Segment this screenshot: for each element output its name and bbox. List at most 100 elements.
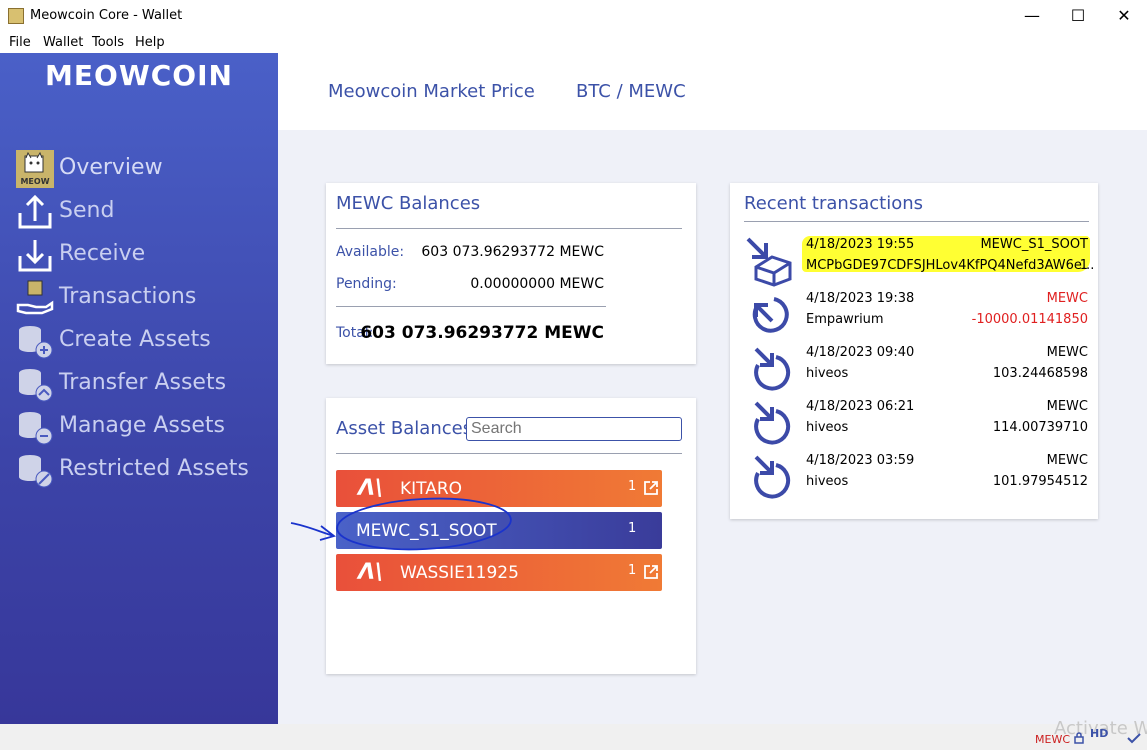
- available-value: 603 073.96293772 MEWC: [421, 244, 604, 260]
- coins-restricted-icon: [19, 455, 53, 488]
- status-bar: Activate W MEWC HD: [0, 718, 1147, 750]
- sidebar-item-manage-assets[interactable]: Manage Assets: [14, 406, 274, 446]
- divider: [336, 453, 682, 454]
- divider: [744, 221, 1089, 222]
- external-link-icon[interactable]: [643, 480, 659, 496]
- tx-amount: 101.97954512: [992, 474, 1088, 489]
- transactions-hand-icon: [16, 280, 54, 315]
- sidebar-item-label: Send: [59, 198, 115, 223]
- sidebar-item-label: Create Assets: [59, 327, 211, 352]
- asset-quantity: 1: [628, 563, 637, 578]
- pending-value: 0.00000000 MEWC: [470, 276, 604, 292]
- window-title: Meowcoin Core - Wallet: [30, 8, 183, 23]
- asset-name: WASSIE11925: [400, 563, 519, 583]
- receive-circle-arrow-icon: [754, 455, 791, 499]
- tx-unit: MEWC: [1046, 291, 1088, 306]
- tx-unit: MEWC: [1046, 345, 1088, 360]
- sidebar-item-label: Transactions: [59, 284, 197, 309]
- app-icon: [8, 8, 24, 24]
- asset-logo-icon: Λ\: [358, 560, 384, 585]
- hd-wallet-icon: HD: [1090, 727, 1109, 740]
- tx-address: MCPbGDE97CDFSJHLov4KfPQ4Nefd3AW6e...: [806, 258, 1095, 273]
- brand-logo: MEOWCOIN: [45, 59, 233, 92]
- sidebar-item-restricted-assets[interactable]: Restricted Assets: [14, 449, 274, 489]
- menu-tools[interactable]: Tools: [92, 35, 124, 50]
- receive-circle-arrow-icon: [754, 401, 791, 445]
- divider: [336, 228, 682, 229]
- tx-date: 4/18/2023 03:59: [806, 453, 915, 468]
- sidebar-item-receive[interactable]: Receive: [14, 234, 274, 274]
- sidebar-item-label: Transfer Assets: [59, 370, 227, 395]
- tx-amount: 103.24468598: [992, 366, 1088, 381]
- coins-transfer-icon: [19, 369, 53, 402]
- tx-amount: -10000.01141850: [971, 312, 1088, 327]
- send-circle-arrow-icon: [752, 297, 789, 333]
- receive-circle-arrow-icon: [754, 347, 791, 391]
- tx-date: 4/18/2023 19:55: [806, 237, 915, 252]
- close-button[interactable]: ✕: [1101, 0, 1147, 32]
- asset-search-input[interactable]: [466, 417, 682, 441]
- send-arrow-icon: [18, 194, 52, 229]
- sidebar-item-label: Manage Assets: [59, 413, 225, 438]
- tx-address: Empawrium: [806, 312, 884, 327]
- market-price-label: Meowcoin Market Price: [328, 81, 535, 102]
- tx-date: 4/18/2023 09:40: [806, 345, 915, 360]
- tx-address: hiveos: [806, 420, 849, 435]
- sidebar-item-label: Receive: [59, 241, 146, 266]
- sidebar-item-label: Overview: [59, 155, 163, 180]
- menu-help[interactable]: Help: [135, 35, 165, 50]
- transaction-row[interactable]: 4/18/2023 06:21 MEWC hiveos 114.00739710: [744, 395, 1090, 449]
- asset-quantity: 1: [628, 479, 637, 494]
- divider: [336, 306, 606, 307]
- tx-amount: 1: [1079, 258, 1088, 273]
- sidebar-item-transactions[interactable]: Transactions: [14, 277, 274, 317]
- market-price-bar: Meowcoin Market Price BTC / MEWC: [278, 53, 1147, 130]
- overview-panel: MEWC Balances Available: 603 073.9629377…: [278, 130, 1147, 724]
- coins-minus-icon: [19, 412, 53, 445]
- recent-transactions-title: Recent transactions: [744, 193, 923, 214]
- transaction-row[interactable]: 4/18/2023 03:59 MEWC hiveos 101.97954512: [744, 449, 1090, 503]
- sidebar-item-label: Restricted Assets: [59, 456, 249, 481]
- external-link-icon[interactable]: [643, 564, 659, 580]
- recent-transactions-card: Recent transactions 4/18/2023 19:55 MEWC…: [730, 183, 1098, 519]
- tx-address: hiveos: [806, 366, 849, 381]
- status-unit[interactable]: MEWC: [1035, 733, 1070, 746]
- balances-card: MEWC Balances Available: 603 073.9629377…: [326, 183, 696, 364]
- sidebar: MEOWCOIN MEOW Overview Send Receive Tran…: [0, 53, 278, 724]
- synced-check-icon: [1127, 733, 1141, 744]
- tx-address: hiveos: [806, 474, 849, 489]
- lock-icon: [1074, 732, 1084, 744]
- total-value: 603 073.96293772 MEWC: [360, 323, 604, 343]
- asset-quantity: 1: [628, 521, 637, 536]
- tx-date: 4/18/2023 06:21: [806, 399, 915, 414]
- menu-bar: File Wallet Tools Help: [0, 32, 1147, 53]
- transaction-row[interactable]: 4/18/2023 19:38 MEWC Empawrium -10000.01…: [744, 287, 1090, 341]
- sidebar-item-send[interactable]: Send: [14, 191, 274, 231]
- trading-pair-label: BTC / MEWC: [576, 81, 686, 102]
- meow-cat-icon: MEOW: [16, 150, 54, 188]
- balances-title: MEWC Balances: [336, 193, 481, 214]
- coins-plus-icon: [19, 326, 53, 359]
- asset-balances-title: Asset Balances: [336, 418, 473, 439]
- svg-text:MEOW: MEOW: [20, 177, 49, 186]
- tx-unit: MEWC: [1046, 399, 1088, 414]
- tx-date: 4/18/2023 19:38: [806, 291, 915, 306]
- sidebar-item-create-assets[interactable]: Create Assets: [14, 320, 274, 360]
- tx-unit: MEWC_S1_SOOT: [980, 237, 1088, 252]
- transaction-row[interactable]: 4/18/2023 19:55 MEWC_S1_SOOT MCPbGDE97CD…: [744, 233, 1094, 287]
- menu-wallet[interactable]: Wallet: [43, 35, 83, 50]
- asset-receive-icon: [746, 237, 792, 287]
- receive-arrow-icon: [18, 240, 52, 272]
- title-bar: Meowcoin Core - Wallet — ☐ ✕: [0, 0, 1147, 32]
- maximize-button[interactable]: ☐: [1055, 0, 1101, 32]
- tx-unit: MEWC: [1046, 453, 1088, 468]
- menu-file[interactable]: File: [9, 35, 31, 50]
- transaction-row[interactable]: 4/18/2023 09:40 MEWC hiveos 103.24468598: [744, 341, 1090, 395]
- sidebar-item-overview[interactable]: MEOW Overview: [14, 148, 274, 188]
- annotation-circle: [290, 497, 512, 551]
- minimize-button[interactable]: —: [1009, 0, 1055, 32]
- available-label: Available:: [336, 244, 405, 260]
- sidebar-item-transfer-assets[interactable]: Transfer Assets: [14, 363, 274, 403]
- tx-amount: 114.00739710: [992, 420, 1088, 435]
- pending-label: Pending:: [336, 276, 397, 292]
